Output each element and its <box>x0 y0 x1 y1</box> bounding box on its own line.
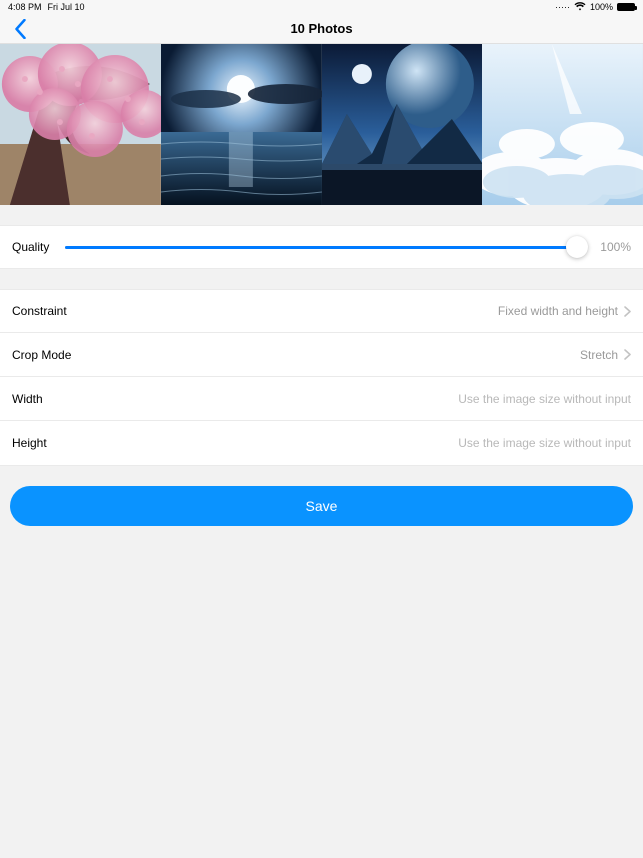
page-title: 10 Photos <box>0 21 643 36</box>
cherry-blossom-image <box>0 44 161 205</box>
clouds-sky-image <box>482 44 643 205</box>
quality-value: 100% <box>595 240 631 254</box>
nav-bar: 10 Photos <box>0 14 643 44</box>
width-input[interactable] <box>371 392 631 406</box>
height-input[interactable] <box>371 436 631 450</box>
battery-icon <box>617 3 635 11</box>
height-row: Height <box>0 421 643 465</box>
photo-thumbnails <box>0 44 643 205</box>
photo-thumb[interactable] <box>0 44 161 205</box>
chevron-left-icon <box>14 19 27 39</box>
quality-label: Quality <box>12 240 49 254</box>
constraint-row[interactable]: Constraint Fixed width and height <box>0 289 643 333</box>
height-label: Height <box>12 436 47 450</box>
quality-slider[interactable] <box>65 235 579 259</box>
save-section: Save <box>0 466 643 546</box>
section-spacer <box>0 269 643 289</box>
cropmode-value: Stretch <box>580 348 618 362</box>
status-bar: 4:08 PM Fri Jul 10 ····· 100% <box>0 0 643 14</box>
cellular-dots-icon: ····· <box>555 2 570 12</box>
section-spacer <box>0 205 643 225</box>
slider-fill <box>65 246 579 249</box>
constraint-value: Fixed width and height <box>498 304 618 318</box>
photo-thumb[interactable] <box>161 44 322 205</box>
status-left: 4:08 PM Fri Jul 10 <box>8 2 85 12</box>
chevron-right-icon <box>624 306 631 317</box>
quality-row: Quality 100% <box>0 225 643 269</box>
cropmode-row[interactable]: Crop Mode Stretch <box>0 333 643 377</box>
width-row: Width <box>0 377 643 421</box>
save-button[interactable]: Save <box>10 486 633 526</box>
save-button-label: Save <box>306 498 338 514</box>
status-time: 4:08 PM <box>8 2 42 12</box>
photo-thumb[interactable] <box>482 44 643 205</box>
slider-thumb[interactable] <box>566 236 588 258</box>
width-label: Width <box>12 392 43 406</box>
back-button[interactable] <box>10 19 30 39</box>
constraint-label: Constraint <box>12 304 67 318</box>
planet-mountains-image <box>322 44 483 205</box>
wifi-icon <box>574 2 586 13</box>
battery-percent: 100% <box>590 2 613 12</box>
photo-thumb[interactable] <box>322 44 483 205</box>
cropmode-label: Crop Mode <box>12 348 71 362</box>
status-date: Fri Jul 10 <box>48 2 85 12</box>
status-right: ····· 100% <box>555 2 635 13</box>
chevron-right-icon <box>624 349 631 360</box>
moon-ocean-image <box>161 44 322 205</box>
